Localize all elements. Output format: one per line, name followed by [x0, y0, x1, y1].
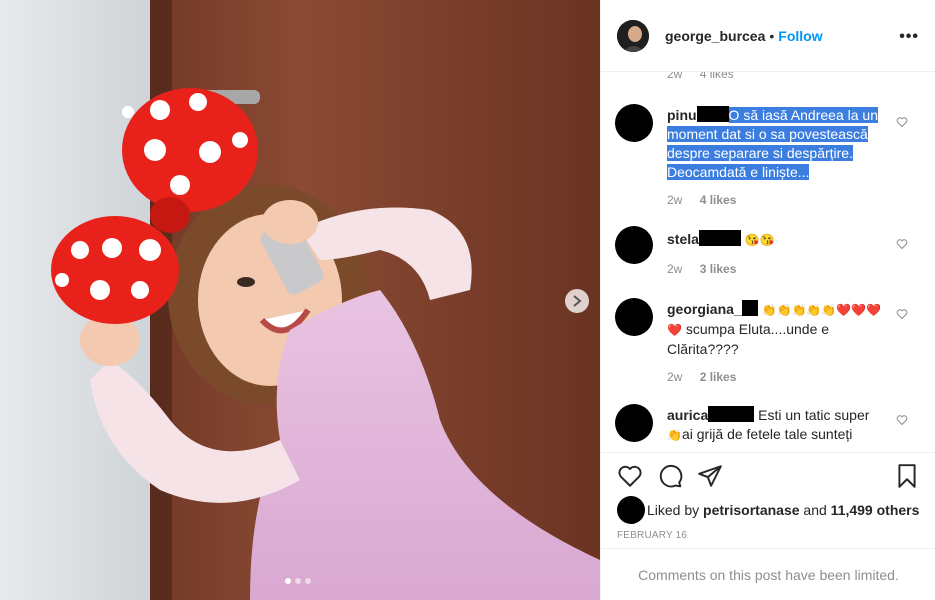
comment-likes[interactable]: 2 likes — [700, 370, 737, 384]
carousel-indicator — [285, 578, 311, 584]
commenter-username[interactable]: aurica — [667, 407, 708, 423]
comment-time: 2w — [667, 262, 683, 276]
comment-time: 2w — [667, 72, 683, 81]
comment-body: stela 😘😘 — [667, 230, 885, 250]
header-separator: • — [769, 27, 775, 44]
like-heart-icon[interactable] — [617, 463, 643, 489]
commenter-avatar[interactable] — [615, 404, 653, 442]
redaction-block — [698, 230, 741, 246]
comment-text: 😘😘 — [744, 233, 775, 247]
photo-illustration — [0, 0, 600, 600]
commenter-avatar[interactable] — [615, 104, 653, 142]
like-comment-heart-icon[interactable] — [896, 238, 908, 250]
comment-text-continued: ai grijă de fetele tale sunteți — [681, 426, 853, 442]
commenter-username[interactable]: stela — [667, 231, 699, 247]
carousel-dot — [295, 578, 301, 584]
commenter-username[interactable]: georgiana_ — [667, 301, 742, 317]
save-bookmark-icon[interactable] — [894, 463, 920, 489]
carousel-dot — [285, 578, 291, 584]
post-header: george_burcea • Follow ••• — [601, 0, 935, 72]
redaction-block — [741, 300, 758, 316]
comment-likes[interactable]: 4 likes — [700, 72, 734, 81]
comment-meta: 2w 3 likes — [667, 262, 750, 276]
share-send-icon[interactable] — [697, 463, 723, 489]
redaction-block — [696, 106, 729, 122]
like-comment-heart-icon[interactable] — [896, 308, 908, 320]
comments-list[interactable]: 2w 4 likes pinu O să iasă Andreea la un m… — [601, 72, 935, 452]
commenter-username[interactable]: pinu — [667, 107, 697, 123]
comment-time: 2w — [667, 370, 683, 384]
comment-body: pinu O să iasă Andreea la un moment dat s… — [667, 106, 885, 182]
follow-button[interactable]: Follow — [778, 28, 822, 44]
post-date[interactable]: FEBRUARY 16 — [617, 530, 687, 541]
comment-meta: 2w 2 likes — [667, 370, 750, 384]
post-actions-bar — [601, 452, 935, 498]
clap-emoji-icon: 👏 — [667, 428, 682, 442]
liked-by-line: Liked by petrisortanase and 11,499 other… — [617, 496, 919, 524]
like-comment-heart-icon[interactable] — [896, 414, 908, 426]
comment-body: aurica Esti un tatic super 👏ai grijă de … — [667, 406, 885, 445]
liked-by-user[interactable]: petrisortanase — [703, 502, 799, 518]
post-photo[interactable] — [0, 0, 600, 600]
commenter-avatar[interactable] — [615, 298, 653, 336]
comments-limited-notice: Comments on this post have been limited. — [601, 548, 935, 600]
more-options-icon[interactable]: ••• — [899, 28, 919, 46]
liked-by-others[interactable]: 11,499 others — [831, 502, 920, 518]
comment-bubble-icon[interactable] — [657, 463, 683, 489]
author-username[interactable]: george_burcea — [665, 28, 765, 44]
like-comment-heart-icon[interactable] — [896, 116, 908, 128]
author-avatar[interactable] — [617, 19, 649, 52]
carousel-next-button[interactable] — [565, 289, 589, 313]
comment-text: Esti un tatic super — [758, 407, 870, 423]
liker-avatar[interactable] — [617, 496, 645, 524]
liked-by-conjunction: and — [803, 502, 827, 518]
comment-text: scumpa Eluta....unde e Clărita???? — [667, 321, 830, 357]
comment-likes[interactable]: 3 likes — [700, 262, 737, 276]
comment-time: 2w — [667, 193, 683, 207]
author-photo — [617, 19, 649, 52]
redaction-block — [708, 406, 755, 422]
carousel-dot — [305, 578, 311, 584]
chevron-right-icon — [573, 295, 582, 307]
liked-by-prefix: Liked by — [647, 502, 700, 518]
comment-body: georgiana_ 👏👏👏👏👏❤️❤️❤️❤️ scumpa Eluta...… — [667, 300, 885, 359]
comment-meta: 2w 4 likes — [667, 193, 750, 207]
commenter-avatar[interactable] — [615, 226, 653, 264]
comment-meta-cut: 2w 4 likes — [667, 72, 748, 81]
comment-likes[interactable]: 4 likes — [700, 193, 737, 207]
post-side-panel: george_burcea • Follow ••• 2w 4 likes pi… — [600, 0, 935, 600]
